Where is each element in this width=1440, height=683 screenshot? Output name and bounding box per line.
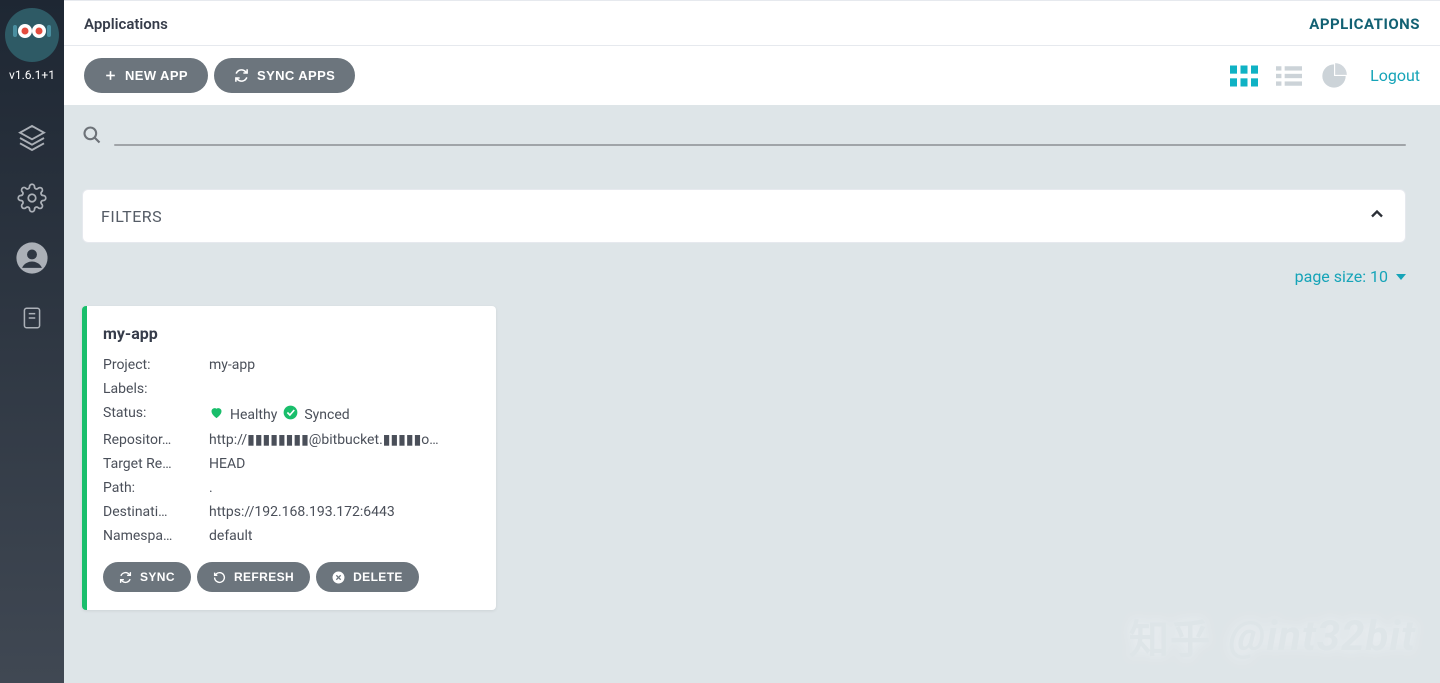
- sidebar-item-settings[interactable]: [0, 170, 64, 230]
- search-row: [82, 125, 1406, 163]
- delete-label: DELETE: [353, 570, 403, 584]
- row-namespace: Namespa… default: [103, 528, 478, 544]
- sidebar-item-applications[interactable]: [0, 110, 64, 170]
- repository-value: http://▮▮▮▮▮▮▮▮@bitbucket.▮▮▮▮▮o…: [209, 432, 478, 448]
- header-row: Applications APPLICATIONS: [64, 0, 1440, 46]
- watermark-text: @int32bit: [1229, 612, 1416, 661]
- action-buttons: NEW APP SYNC APPS: [84, 58, 355, 93]
- delete-icon: [332, 571, 345, 584]
- application-card[interactable]: my-app Project: my-app Labels: Status: H…: [82, 306, 496, 610]
- heart-icon: [209, 405, 224, 424]
- list-view-icon[interactable]: [1276, 65, 1302, 87]
- page-size-label: page size:: [1295, 267, 1370, 286]
- watermark: 知乎 @int32bit: [1129, 607, 1416, 665]
- destination-value: https://192.168.193.172:6443: [209, 504, 478, 520]
- targetrev-value: HEAD: [209, 456, 478, 472]
- sync-apps-label: SYNC APPS: [257, 68, 335, 83]
- path-label: Path:: [103, 480, 181, 496]
- row-repository: Repositor… http://▮▮▮▮▮▮▮▮@bitbucket.▮▮▮…: [103, 432, 478, 448]
- logout-link[interactable]: Logout: [1370, 66, 1420, 85]
- sync-button[interactable]: SYNC: [103, 562, 191, 592]
- user-circle-icon: [15, 241, 49, 279]
- search-input[interactable]: [114, 144, 1406, 146]
- pie-view-icon[interactable]: [1320, 62, 1348, 90]
- book-icon: [19, 305, 45, 335]
- status-sync-text: Synced: [304, 407, 349, 423]
- page-size-selector[interactable]: page size: 10: [82, 267, 1406, 286]
- chevron-up-icon: [1367, 204, 1387, 228]
- card-actions: SYNC REFRESH DELETE: [103, 562, 478, 592]
- search-icon[interactable]: [82, 125, 102, 149]
- version-label: v1.6.1+1: [9, 68, 55, 82]
- row-destination: Destinati… https://192.168.193.172:6443: [103, 504, 478, 520]
- refresh-button[interactable]: REFRESH: [197, 562, 310, 592]
- breadcrumb[interactable]: APPLICATIONS: [1309, 15, 1420, 33]
- namespace-label: Namespa…: [103, 528, 181, 544]
- sync-apps-button[interactable]: SYNC APPS: [214, 58, 355, 93]
- sync-icon: [119, 571, 132, 584]
- project-label: Project:: [103, 357, 181, 373]
- labels-value: [209, 381, 478, 397]
- destination-label: Destinati…: [103, 504, 181, 520]
- sync-label: SYNC: [140, 570, 175, 584]
- row-project: Project: my-app: [103, 357, 478, 373]
- toolbar: NEW APP SYNC APPS Logout: [64, 46, 1440, 105]
- new-app-label: NEW APP: [125, 68, 188, 83]
- new-app-button[interactable]: NEW APP: [84, 58, 208, 93]
- page-size-value: 10: [1370, 267, 1388, 286]
- status-health-text: Healthy: [230, 407, 277, 423]
- layers-icon: [16, 122, 48, 158]
- gear-icon: [17, 183, 47, 217]
- sync-icon: [234, 68, 249, 83]
- row-target-revision: Target Re… HEAD: [103, 456, 478, 472]
- refresh-label: REFRESH: [234, 570, 294, 584]
- watermark-logo: 知乎: [1129, 607, 1211, 665]
- status-label: Status:: [103, 405, 181, 424]
- filters-panel[interactable]: FILTERS: [82, 189, 1406, 243]
- caret-down-icon: [1396, 267, 1406, 286]
- argo-logo: [5, 8, 59, 62]
- row-path: Path: .: [103, 480, 478, 496]
- repository-label: Repositor…: [103, 432, 181, 448]
- targetrev-label: Target Re…: [103, 456, 181, 472]
- sidebar-item-user[interactable]: [0, 230, 64, 290]
- card-title: my-app: [103, 324, 478, 343]
- status-value: Healthy Synced: [209, 405, 478, 424]
- labels-label: Labels:: [103, 381, 181, 397]
- tiles-view-icon[interactable]: [1230, 65, 1258, 87]
- content-area: FILTERS page size: 10 my-app Project: my…: [64, 105, 1440, 683]
- main-area: Applications APPLICATIONS NEW APP SYNC A…: [64, 0, 1440, 683]
- page-title: Applications: [84, 15, 168, 33]
- toolbar-right: Logout: [1230, 62, 1420, 90]
- delete-button[interactable]: DELETE: [316, 562, 419, 592]
- path-value: .: [209, 480, 478, 496]
- sidebar: v1.6.1+1: [0, 0, 64, 683]
- view-toggle: [1230, 62, 1348, 90]
- namespace-value: default: [209, 528, 478, 544]
- sidebar-item-docs[interactable]: [0, 290, 64, 350]
- row-labels: Labels:: [103, 381, 478, 397]
- row-status: Status: Healthy Synced: [103, 405, 478, 424]
- refresh-icon: [213, 571, 226, 584]
- project-value: my-app: [209, 357, 478, 373]
- check-circle-icon: [283, 405, 298, 424]
- filters-title: FILTERS: [101, 207, 162, 226]
- plus-icon: [104, 69, 117, 82]
